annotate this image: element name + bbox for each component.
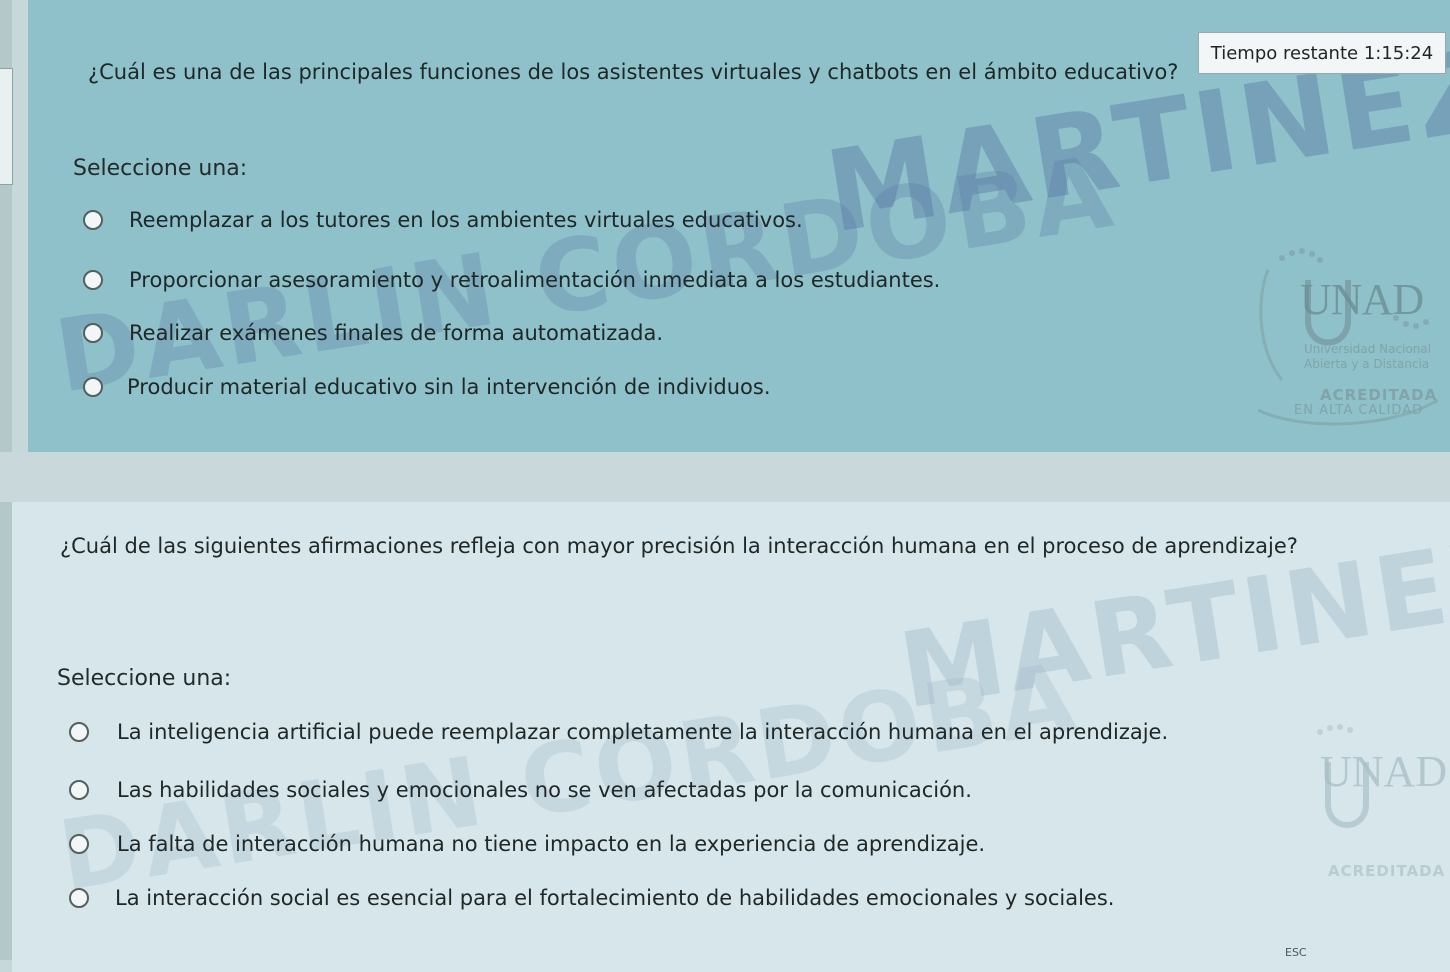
radio-button[interactable] [83, 210, 103, 230]
option-label: Realizar exámenes finales de forma autom… [129, 321, 664, 345]
unad-logo-line3: ACREDITADA [1320, 386, 1438, 404]
question-2-option-a[interactable]: La inteligencia artificial puede reempla… [69, 720, 1168, 744]
navigation-toggle[interactable] [0, 68, 13, 185]
unad-logo-faint-graphic [1317, 724, 1369, 828]
option-label: Reemplazar a los tutores en los ambiente… [129, 208, 803, 232]
radio-button[interactable] [83, 270, 103, 290]
question-separator [0, 452, 1450, 502]
unad-logo-faint-line3: ACREDITADA [1328, 862, 1446, 880]
question-2-select-label: Seleccione una: [57, 666, 232, 691]
unad-logo-line2: Abierta y a Distancia [1304, 357, 1430, 371]
option-label: La interacción social es esencial para e… [115, 886, 1115, 910]
option-label: Producir material educativo sin la inter… [127, 375, 771, 399]
unad-logo: UNAD Universidad Nacional Abierta y a Di… [1238, 240, 1450, 440]
question-2-option-d[interactable]: La interacción social es esencial para e… [69, 886, 1114, 910]
unad-logo-line4: EN ALTA CALIDAD [1294, 403, 1424, 418]
radio-button[interactable] [83, 323, 103, 343]
radio-button[interactable] [69, 722, 89, 742]
unad-logo-line1: Universidad Nacional [1304, 342, 1432, 356]
radio-button[interactable] [83, 377, 103, 397]
question-1-option-d[interactable]: Producir material educativo sin la inter… [83, 375, 771, 399]
unad-logo-faint: UNAD ACREDITADA [1290, 722, 1450, 922]
unad-logo-graphic [1257, 248, 1439, 426]
question-2-panel: MARTINEZ DARLIN CORDOBA UNAD ACREDITADA … [12, 502, 1450, 972]
radio-button[interactable] [69, 780, 89, 800]
time-remaining: Tiempo restante 1:15:24 [1198, 32, 1446, 74]
unad-logo-faint-name: UNAD [1320, 747, 1448, 796]
question-1-select-label: Seleccione una: [73, 156, 248, 181]
question-1-option-c[interactable]: Realizar exámenes finales de forma autom… [83, 321, 663, 345]
option-label: La inteligencia artificial puede reempla… [117, 720, 1169, 744]
unad-logo-name: UNAD [1300, 275, 1424, 324]
question-1-option-b[interactable]: Proporcionar asesoramiento y retroalimen… [83, 268, 940, 292]
keyboard-hint: ESC [1285, 946, 1307, 959]
radio-button[interactable] [69, 888, 89, 908]
question-1-option-a[interactable]: Reemplazar a los tutores en los ambiente… [83, 208, 803, 232]
question-1-text: ¿Cuál es una de las principales funcione… [88, 60, 1179, 84]
option-label: Las habilidades sociales y emocionales n… [117, 778, 972, 802]
option-label: La falta de interacción humana no tiene … [117, 832, 986, 856]
question-2-option-b[interactable]: Las habilidades sociales y emocionales n… [69, 778, 972, 802]
time-remaining-label: Tiempo restante [1210, 42, 1359, 64]
question-2-text: ¿Cuál de las siguientes afirmaciones ref… [60, 534, 1298, 558]
radio-button[interactable] [69, 834, 89, 854]
question-2-option-c[interactable]: La falta de interacción humana no tiene … [69, 832, 985, 856]
time-remaining-value: 1:15:24 [1363, 42, 1434, 64]
option-label: Proporcionar asesoramiento y retroalimen… [129, 268, 941, 292]
